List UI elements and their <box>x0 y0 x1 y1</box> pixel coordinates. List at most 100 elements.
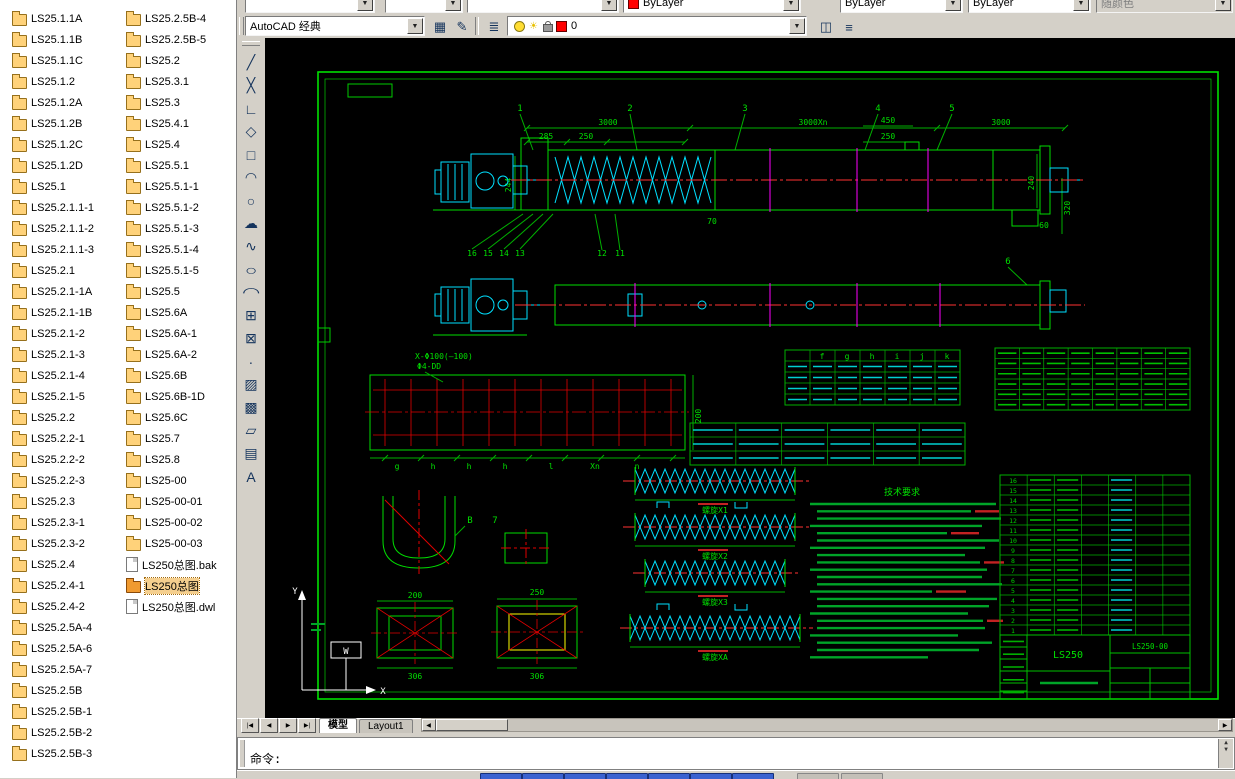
file-item[interactable]: LS25.2.4-2 <box>12 596 124 617</box>
file-item[interactable]: LS25.2.1-3 <box>12 344 124 365</box>
file-item[interactable]: LS25.5.1 <box>126 155 236 176</box>
layer-combo[interactable]: ☀ 0 ▼ <box>507 16 807 36</box>
file-item[interactable]: LS25.5 <box>126 281 236 302</box>
toolbar-grip[interactable] <box>242 41 260 46</box>
layer-color-swatch[interactable] <box>555 20 567 32</box>
status-toggle[interactable] <box>648 773 690 779</box>
file-item[interactable]: LS25.6A-1 <box>126 323 236 344</box>
file-item[interactable]: LS25.2.5B-3 <box>12 743 124 764</box>
file-item[interactable]: LS25.6C <box>126 407 236 428</box>
command-window[interactable]: 命令: ▲ ▼ <box>237 737 1235 770</box>
scroll-left-icon[interactable]: ◀ <box>421 719 436 731</box>
file-item[interactable]: LS25.2.5B-4 <box>126 8 236 29</box>
dim-style-combo[interactable]: ▼ <box>467 0 619 13</box>
file-item[interactable]: LS25-00-03 <box>126 533 236 554</box>
file-item[interactable]: LS25.5.1-4 <box>126 239 236 260</box>
construction-line-tool-button[interactable]: ╳ <box>239 74 263 97</box>
file-item[interactable]: LS25.2.1 <box>12 260 124 281</box>
file-item[interactable]: LS25.2.2 <box>12 407 124 428</box>
arc-tool-button[interactable]: ◠ <box>239 166 263 189</box>
file-item[interactable]: LS25.2.1-5 <box>12 386 124 407</box>
chevron-down-icon[interactable]: ▼ <box>407 18 423 34</box>
status-toggle[interactable] <box>522 773 564 779</box>
file-item[interactable]: LS25.2.1-4 <box>12 365 124 386</box>
chevron-down-icon[interactable]: ▼ <box>445 0 461 11</box>
chevron-down-icon[interactable]: ▼ <box>783 0 799 11</box>
layer-states-button[interactable]: ◫ <box>815 16 837 38</box>
file-item[interactable]: LS25.2.1-2 <box>12 323 124 344</box>
file-item[interactable]: LS25.2.5B-5 <box>126 29 236 50</box>
file-item[interactable]: LS25-00 <box>126 470 236 491</box>
chevron-down-icon[interactable]: ▼ <box>789 18 805 34</box>
file-item[interactable]: LS25.1.1A <box>12 8 124 29</box>
horizontal-scrollbar[interactable]: ◀ ▶ <box>420 718 1233 732</box>
file-item[interactable]: LS25.2.3 <box>12 491 124 512</box>
status-toggle[interactable] <box>841 773 883 779</box>
file-item[interactable]: LS25.2.5A-4 <box>12 617 124 638</box>
lineweight-combo[interactable]: ByLayer ▼ <box>968 0 1091 13</box>
status-toggle[interactable] <box>797 773 839 779</box>
prev-tab-button[interactable]: ◀ <box>260 718 278 733</box>
first-tab-button[interactable]: |◀ <box>241 718 259 733</box>
file-item[interactable]: LS25.2.1-1B <box>12 302 124 323</box>
file-item[interactable]: LS25.5.1-5 <box>126 260 236 281</box>
layer-previous-button[interactable]: ≡ <box>838 16 860 38</box>
spline-tool-button[interactable]: ∿ <box>239 235 263 258</box>
status-toggle[interactable] <box>480 773 522 779</box>
hatch-tool-button[interactable]: ▨ <box>239 373 263 396</box>
chevron-down-icon[interactable]: ▼ <box>1073 0 1089 11</box>
drawing-canvas[interactable]: 1 2 3 4 5 6 3000 3000Xn 3000 285 250 450… <box>265 38 1235 718</box>
markup-button[interactable]: ✎ <box>451 16 473 38</box>
status-toggle[interactable] <box>564 773 606 779</box>
tab-model[interactable]: 模型 <box>319 718 357 733</box>
file-item[interactable]: LS25-00-01 <box>126 491 236 512</box>
file-item[interactable]: LS25.1.1B <box>12 29 124 50</box>
linetype-combo[interactable]: ByLayer ▼ <box>840 0 963 13</box>
file-item[interactable]: LS25.2.2-1 <box>12 428 124 449</box>
file-item[interactable]: LS25.3 <box>126 92 236 113</box>
file-item[interactable]: LS25.2.5B-2 <box>12 722 124 743</box>
layer-properties-button[interactable]: ≣ <box>483 16 505 38</box>
file-item[interactable]: LS25.1.2A <box>12 92 124 113</box>
workspace-combo[interactable]: AutoCAD 经典 ▼ <box>245 16 425 36</box>
make-block-tool-button[interactable]: ⊠ <box>239 327 263 350</box>
file-item[interactable]: LS25.6B-1D <box>126 386 236 407</box>
insert-block-tool-button[interactable]: ⊞ <box>239 304 263 327</box>
polygon-tool-button[interactable]: ◇ <box>239 120 263 143</box>
rectangle-tool-button[interactable]: □ <box>239 143 263 166</box>
polyline-tool-button[interactable]: ∟ <box>239 97 263 120</box>
chevron-down-icon[interactable]: ▼ <box>945 0 961 11</box>
point-tool-button[interactable]: ∙ <box>239 350 263 373</box>
file-item[interactable]: LS25.7 <box>126 428 236 449</box>
layer-on-bulb-icon[interactable] <box>514 20 525 32</box>
file-item[interactable]: LS25.1.2D <box>12 155 124 176</box>
file-item[interactable]: LS25-00-02 <box>126 512 236 533</box>
gradient-tool-button[interactable]: ▩ <box>239 396 263 419</box>
layer-freeze-icon[interactable]: ☀ <box>529 21 538 32</box>
file-item[interactable]: LS25.2.3-1 <box>12 512 124 533</box>
file-item[interactable]: LS25.3.1 <box>126 71 236 92</box>
tab-layout1[interactable]: Layout1 <box>359 719 413 733</box>
status-toggle[interactable] <box>606 773 648 779</box>
file-item[interactable]: LS250总图.bak <box>126 554 236 575</box>
file-item[interactable]: LS25.2.2-3 <box>12 470 124 491</box>
file-item[interactable]: LS250总图 <box>126 575 236 596</box>
status-toggle[interactable] <box>690 773 732 779</box>
chevron-down-icon[interactable]: ▼ <box>357 0 373 11</box>
file-item[interactable]: LS25.2.3-2 <box>12 533 124 554</box>
status-toggle[interactable] <box>732 773 774 779</box>
multiline-text-tool-button[interactable]: A <box>239 465 263 488</box>
file-item[interactable]: LS25.2.5A-6 <box>12 638 124 659</box>
file-item[interactable]: LS25.1 <box>12 176 124 197</box>
file-item[interactable]: LS25.2.4 <box>12 554 124 575</box>
file-item[interactable]: LS25.2 <box>126 50 236 71</box>
style-combo-b[interactable]: ▼ <box>385 0 463 13</box>
next-tab-button[interactable]: ▶ <box>279 718 297 733</box>
file-item[interactable]: LS25.2.1.1-2 <box>12 218 124 239</box>
command-scrollbar[interactable]: ▲ ▼ <box>1218 739 1233 768</box>
file-item[interactable]: LS25.2.2-2 <box>12 449 124 470</box>
file-item[interactable]: LS25.8 <box>126 449 236 470</box>
last-tab-button[interactable]: ▶| <box>298 718 316 733</box>
scroll-right-icon[interactable]: ▶ <box>1218 719 1232 731</box>
line-tool-button[interactable]: ╱ <box>239 51 263 74</box>
